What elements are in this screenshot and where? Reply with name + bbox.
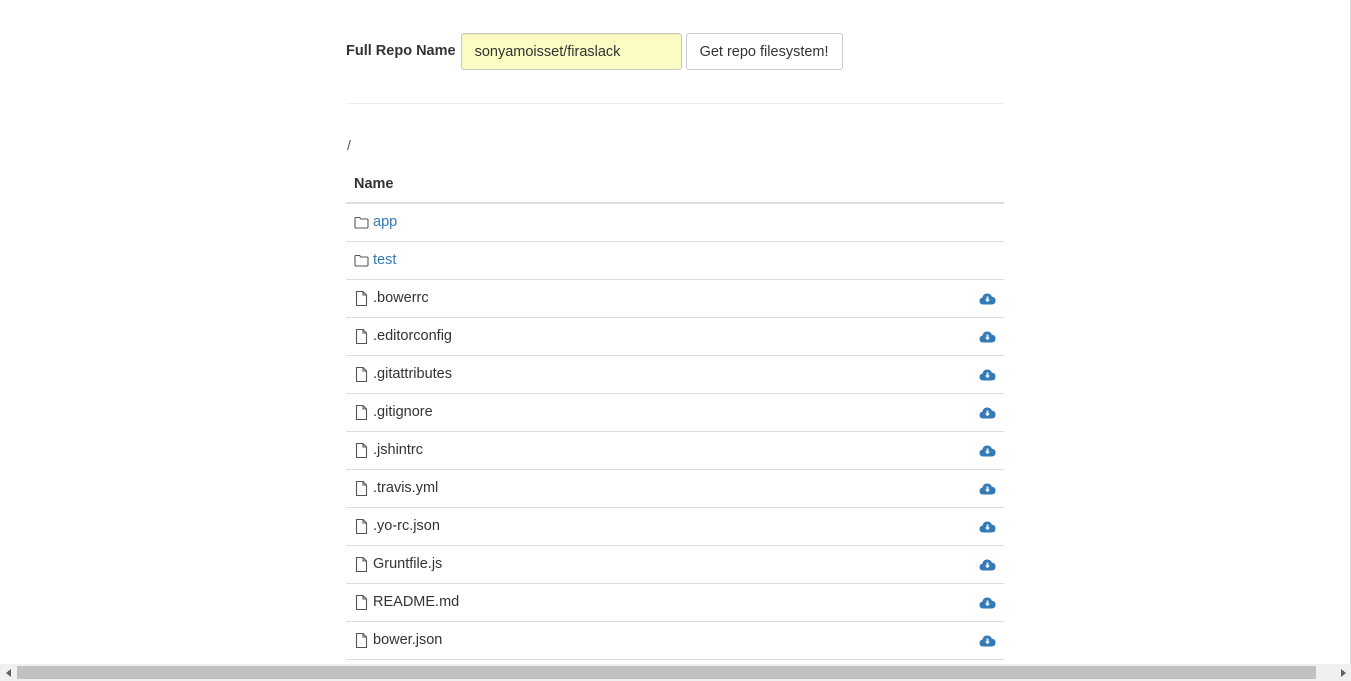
file-icon — [354, 328, 369, 344]
cloud-download-icon[interactable] — [979, 634, 996, 647]
download-column-header — [964, 165, 1004, 204]
file-icon — [354, 366, 369, 382]
horizontal-scrollbar[interactable] — [0, 664, 1351, 681]
download-cell — [964, 203, 1004, 242]
table-row: .gitattributes — [346, 355, 1004, 394]
file-name: bower.json — [373, 632, 443, 648]
name-cell: bower.json — [346, 621, 964, 660]
cloud-download-icon[interactable] — [979, 292, 996, 305]
file-name: .travis.yml — [373, 480, 439, 496]
table-row: bower.json — [346, 621, 1004, 660]
table-row: README.md — [346, 583, 1004, 622]
file-name: .bowerrc — [373, 290, 429, 306]
folder-icon — [354, 253, 369, 268]
cloud-download-icon[interactable] — [979, 520, 996, 533]
download-cell — [964, 317, 1004, 356]
file-name: README.md — [373, 594, 460, 610]
file-icon — [354, 632, 369, 648]
table-row: Gruntfile.js — [346, 545, 1004, 584]
name-cell: .bowerrc — [346, 279, 964, 318]
file-icon — [354, 480, 369, 496]
table-row: .editorconfig — [346, 317, 1004, 356]
cloud-download-icon[interactable] — [979, 368, 996, 381]
name-cell: .editorconfig — [346, 317, 964, 356]
table-row: .travis.yml — [346, 469, 1004, 508]
repo-name-input[interactable] — [460, 33, 682, 70]
name-cell: .gitignore — [346, 393, 964, 432]
download-cell — [964, 545, 1004, 584]
name-cell: Gruntfile.js — [346, 545, 964, 584]
table-row: .yo-rc.json — [346, 507, 1004, 546]
file-icon — [354, 442, 369, 458]
table-row: app — [346, 203, 1004, 242]
download-cell — [964, 621, 1004, 660]
name-column-header: Name — [346, 165, 964, 204]
file-table: Name app test .bowerrc .editorconfig .gitatt… — [346, 165, 1004, 660]
name-cell: app — [346, 203, 964, 242]
folder-icon — [354, 215, 369, 230]
file-name: .gitignore — [373, 404, 433, 420]
file-icon — [354, 404, 369, 420]
name-cell: .travis.yml — [346, 469, 964, 508]
cloud-download-icon[interactable] — [979, 406, 996, 419]
folder-link[interactable]: test — [373, 252, 396, 268]
repo-name-label: Full Repo Name — [346, 42, 456, 59]
file-name: .jshintrc — [373, 442, 423, 458]
name-cell: .jshintrc — [346, 431, 964, 470]
file-name: .gitattributes — [373, 366, 452, 382]
divider — [346, 103, 1004, 104]
name-cell: .gitattributes — [346, 355, 964, 394]
get-filesystem-button[interactable]: Get repo filesystem! — [685, 33, 843, 70]
file-name: .yo-rc.json — [373, 518, 440, 534]
file-icon — [354, 290, 369, 306]
download-cell — [964, 241, 1004, 280]
table-row: .gitignore — [346, 393, 1004, 432]
cloud-download-icon[interactable] — [979, 558, 996, 571]
download-cell — [964, 393, 1004, 432]
file-icon — [354, 518, 369, 534]
page: Full Repo Name Get repo filesystem! / Na… — [0, 0, 1351, 681]
cloud-download-icon[interactable] — [979, 330, 996, 343]
cloud-download-icon[interactable] — [979, 444, 996, 457]
file-table-body: app test .bowerrc .editorconfig .gitattribut… — [346, 203, 1004, 660]
file-name: .editorconfig — [373, 328, 452, 344]
scroll-left-arrow-icon[interactable] — [0, 664, 17, 681]
download-cell — [964, 355, 1004, 394]
cloud-download-icon[interactable] — [979, 482, 996, 495]
file-name: Gruntfile.js — [373, 556, 443, 572]
download-cell — [964, 469, 1004, 508]
download-cell — [964, 431, 1004, 470]
table-header-row: Name — [346, 165, 1004, 204]
table-row: .bowerrc — [346, 279, 1004, 318]
cloud-download-icon[interactable] — [979, 596, 996, 609]
file-icon — [354, 594, 369, 610]
name-cell: test — [346, 241, 964, 280]
repo-form: Full Repo Name Get repo filesystem! — [346, 33, 843, 70]
name-cell: README.md — [346, 583, 964, 622]
table-row: .jshintrc — [346, 431, 1004, 470]
download-cell — [964, 507, 1004, 546]
scroll-right-arrow-icon[interactable] — [1334, 664, 1351, 681]
horizontal-scrollbar-thumb[interactable] — [17, 666, 1316, 679]
folder-link[interactable]: app — [373, 214, 397, 230]
download-cell — [964, 279, 1004, 318]
current-path: / — [347, 137, 351, 153]
file-icon — [354, 556, 369, 572]
name-cell: .yo-rc.json — [346, 507, 964, 546]
download-cell — [964, 583, 1004, 622]
table-row: test — [346, 241, 1004, 280]
